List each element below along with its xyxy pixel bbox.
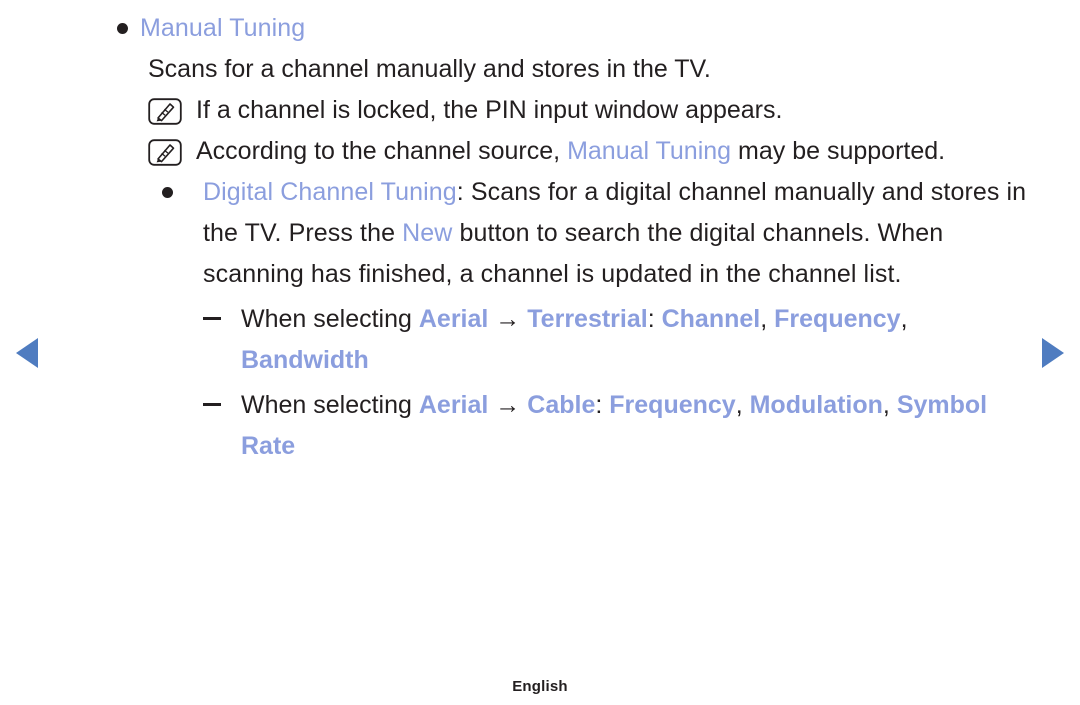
sub-item-lead: When selecting (241, 391, 419, 419)
digital-channel-tuning-paragraph: Digital Channel Tuning: Scans for a digi… (203, 172, 1038, 295)
note-pencil-icon (148, 98, 182, 125)
sub-item-option: Bandwidth (241, 346, 369, 374)
sub-item-option: Frequency (774, 305, 901, 333)
sub-item-colon: : (647, 305, 662, 333)
sub-item-source: Aerial (418, 391, 489, 419)
section-digital-channel-tuning: Digital Channel Tuning: Scans for a digi… (158, 172, 1038, 467)
sub-item-separator: , (882, 391, 897, 419)
bullet-icon (158, 172, 203, 213)
note-row: According to the channel source, Manual … (148, 131, 1028, 172)
arrow-right-icon: → (488, 391, 528, 419)
sub-item-cable: When selecting Aerial → Cable: Frequency… (203, 385, 1038, 467)
digital-channel-tuning-term: Digital Channel Tuning (203, 178, 457, 206)
manual-content: Manual Tuning Scans for a channel manual… (0, 0, 1080, 467)
section-manual-tuning: Manual Tuning Scans for a channel manual… (108, 8, 1028, 172)
sub-item-separator: , (735, 391, 750, 419)
sub-item-mode: Terrestrial (527, 305, 648, 333)
digital-channel-tuning-new-term: New (402, 219, 453, 247)
dash-icon (203, 385, 241, 406)
sub-item-option: Frequency (609, 391, 736, 419)
arrow-right-icon: → (488, 305, 528, 333)
manual-tuning-heading-row: Manual Tuning (108, 8, 1028, 49)
sub-item-separator: , (760, 305, 775, 333)
note-term-manual-tuning: Manual Tuning (567, 137, 732, 165)
note-pencil-icon (148, 139, 182, 166)
note-prefix: According to the channel source, (196, 137, 568, 165)
sub-item-separator: , (900, 305, 908, 333)
digital-channel-tuning-row: Digital Channel Tuning: Scans for a digi… (158, 172, 1038, 295)
bullet-icon (108, 8, 140, 49)
sub-item-mode: Cable (527, 391, 596, 419)
note-suffix: may be supported. (731, 137, 946, 165)
manual-tuning-title: Manual Tuning (140, 14, 306, 42)
sub-item-colon: : (595, 391, 610, 419)
sub-item-source: Aerial (418, 305, 489, 333)
sub-item-text: When selecting Aerial → Terrestrial: Cha… (241, 299, 1038, 381)
footer-language: English (512, 678, 568, 695)
note-text: If a channel is locked, the PIN input wi… (196, 96, 783, 124)
sub-item-text: When selecting Aerial → Cable: Frequency… (241, 385, 1038, 467)
note-row: If a channel is locked, the PIN input wi… (148, 90, 1028, 131)
note-text: According to the channel source, Manual … (196, 131, 1028, 172)
sub-item-terrestrial: When selecting Aerial → Terrestrial: Cha… (203, 299, 1038, 381)
sub-item-lead: When selecting (241, 305, 419, 333)
manual-tuning-description: Scans for a channel manually and stores … (148, 55, 711, 83)
digital-channel-tuning-colon: : (456, 178, 464, 206)
sub-item-option: Modulation (749, 391, 883, 419)
sub-item-option: Channel (661, 305, 761, 333)
dash-icon (203, 299, 241, 320)
